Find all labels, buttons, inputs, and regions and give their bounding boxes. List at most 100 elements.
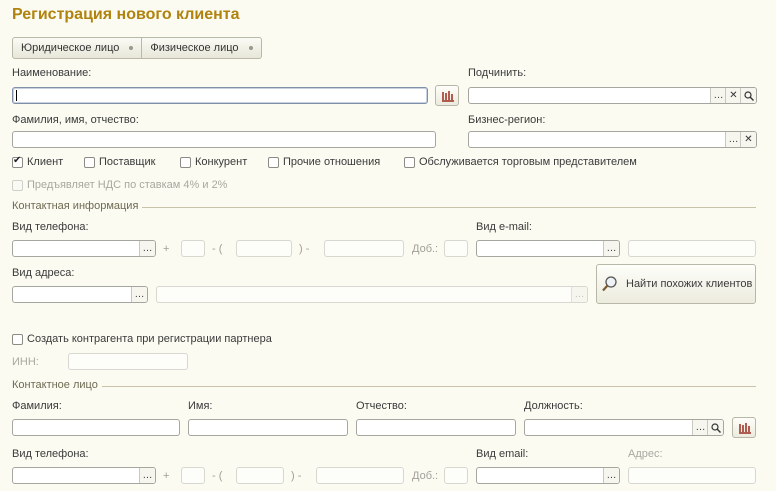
checkbox-checked-icon [12, 155, 23, 168]
address-type-input[interactable]: … [12, 286, 148, 303]
email-input[interactable] [628, 240, 756, 257]
first-name-label: Имя: [188, 400, 213, 412]
checkbox-create-counterparty[interactable]: Создать контрагента при регистрации парт… [12, 333, 272, 345]
clear-icon: ✕ [744, 134, 753, 145]
select-ellipsis-button[interactable]: … [131, 287, 147, 302]
cp-phone-type-input[interactable]: … [12, 467, 156, 484]
fio-input[interactable] [12, 131, 436, 148]
checkbox-served-label: Обслуживается торговым представителем [419, 156, 637, 168]
ext-label: Доб.: [412, 470, 439, 482]
tab-legal-entity[interactable]: Юридическое лицо [13, 38, 141, 58]
client-type-switch: Юридическое лицо Физическое лицо [12, 37, 262, 59]
name-label: Наименование: [12, 67, 92, 79]
text-cursor [16, 89, 17, 101]
cp-area-code-input[interactable] [236, 467, 284, 484]
bar-chart-icon [738, 422, 751, 434]
phone-number-input[interactable] [324, 240, 404, 257]
tab-individual[interactable]: Физическое лицо [141, 38, 260, 58]
last-name-label: Фамилия: [12, 400, 62, 412]
cp-phone-number-input[interactable] [316, 467, 404, 484]
checkbox-supplier-label: Поставщик [99, 156, 156, 168]
select-ellipsis-button[interactable]: … [725, 132, 741, 147]
select-ellipsis-button[interactable]: … [692, 420, 708, 435]
phone-type-input[interactable]: … [12, 240, 156, 257]
fio-label: Фамилия, имя, отчество: [12, 114, 139, 126]
email-type-input[interactable]: … [476, 240, 620, 257]
ellipsis-icon: … [142, 470, 153, 481]
position-input[interactable]: … [524, 419, 724, 436]
ellipsis-icon: … [134, 289, 145, 300]
paren-dash: ) - [291, 470, 302, 482]
find-similar-clients-button[interactable]: Найти похожих клиентов [596, 264, 756, 304]
dash-paren: - ( [212, 470, 223, 482]
email-type-label: Вид e-mail: [476, 221, 532, 233]
checkbox-supplier[interactable]: Поставщик [84, 156, 155, 168]
country-code-input[interactable] [181, 240, 205, 257]
tab-individual-label: Физическое лицо [150, 42, 239, 54]
name-input[interactable] [12, 87, 428, 104]
subordinate-input[interactable]: … ✕ [468, 87, 757, 104]
checkbox-box-icon [180, 156, 191, 168]
checkbox-create-counterparty-label: Создать контрагента при регистрации парт… [27, 333, 272, 345]
subordinate-label: Подчинить: [468, 67, 527, 79]
area-code-input[interactable] [236, 240, 292, 257]
clear-button[interactable]: ✕ [725, 88, 741, 103]
select-ellipsis-button[interactable]: … [139, 468, 155, 483]
plus-sign: + [163, 243, 170, 255]
inn-input[interactable] [68, 353, 188, 370]
ext-label: Доб.: [412, 243, 439, 255]
magnifier-icon [602, 276, 617, 292]
select-ellipsis-button[interactable]: … [603, 468, 619, 483]
checkbox-box-icon [12, 333, 23, 345]
dot-icon [248, 46, 253, 50]
address-input[interactable]: … [156, 286, 588, 303]
position-chart-button[interactable] [732, 417, 756, 438]
checkbox-other-label: Прочие отношения [283, 156, 381, 168]
checkbox-box-icon [12, 179, 23, 191]
cp-address-input[interactable] [628, 467, 756, 484]
cp-address-label: Адрес: [628, 448, 663, 460]
last-name-input[interactable] [12, 419, 180, 436]
checkbox-competitor[interactable]: Конкурент [180, 156, 247, 168]
cp-ext-input[interactable] [444, 467, 468, 484]
dot-icon [129, 46, 134, 50]
checkbox-box-icon [404, 156, 415, 168]
checkbox-box-icon [84, 156, 95, 168]
clear-icon: ✕ [729, 90, 738, 101]
checkbox-other-relations[interactable]: Прочие отношения [268, 156, 380, 168]
magnifier-icon [710, 422, 721, 433]
cp-email-type-input[interactable]: … [476, 467, 620, 484]
checkbox-client[interactable]: Клиент [12, 155, 64, 168]
open-button[interactable] [707, 420, 723, 435]
plus-sign: + [163, 470, 170, 482]
tab-legal-entity-label: Юридическое лицо [21, 42, 120, 54]
find-similar-label: Найти похожих клиентов [626, 278, 753, 290]
ext-input[interactable] [444, 240, 468, 257]
middle-name-input[interactable] [356, 419, 516, 436]
contact-person-separator [12, 386, 756, 387]
cp-phone-type-label: Вид телефона: [12, 448, 89, 460]
select-ellipsis-button[interactable]: … [710, 88, 726, 103]
select-ellipsis-button[interactable]: … [139, 241, 155, 256]
first-name-input[interactable] [188, 419, 348, 436]
cp-email-type-label: Вид email: [476, 448, 529, 460]
checkbox-served-by-rep[interactable]: Обслуживается торговым представителем [404, 156, 637, 168]
ellipsis-icon: … [728, 134, 739, 145]
name-chart-button[interactable] [435, 85, 459, 106]
cp-country-code-input[interactable] [181, 467, 205, 484]
business-region-input[interactable]: … ✕ [468, 131, 757, 148]
middle-name-label: Отчество: [356, 400, 407, 412]
select-ellipsis-button[interactable]: … [603, 241, 619, 256]
checkbox-client-label: Клиент [27, 156, 64, 168]
magnifier-icon [743, 90, 754, 101]
open-button[interactable] [740, 88, 756, 103]
page-title: Регистрация нового клиента [12, 6, 240, 23]
clear-button[interactable]: ✕ [740, 132, 756, 147]
bar-chart-icon [441, 90, 454, 102]
ellipsis-icon: … [695, 422, 706, 433]
phone-type-label: Вид телефона: [12, 221, 89, 233]
checkbox-box-icon [268, 156, 279, 168]
ellipsis-icon: … [713, 90, 724, 101]
select-ellipsis-button[interactable]: … [571, 287, 587, 302]
business-region-label: Бизнес-регион: [468, 114, 546, 126]
